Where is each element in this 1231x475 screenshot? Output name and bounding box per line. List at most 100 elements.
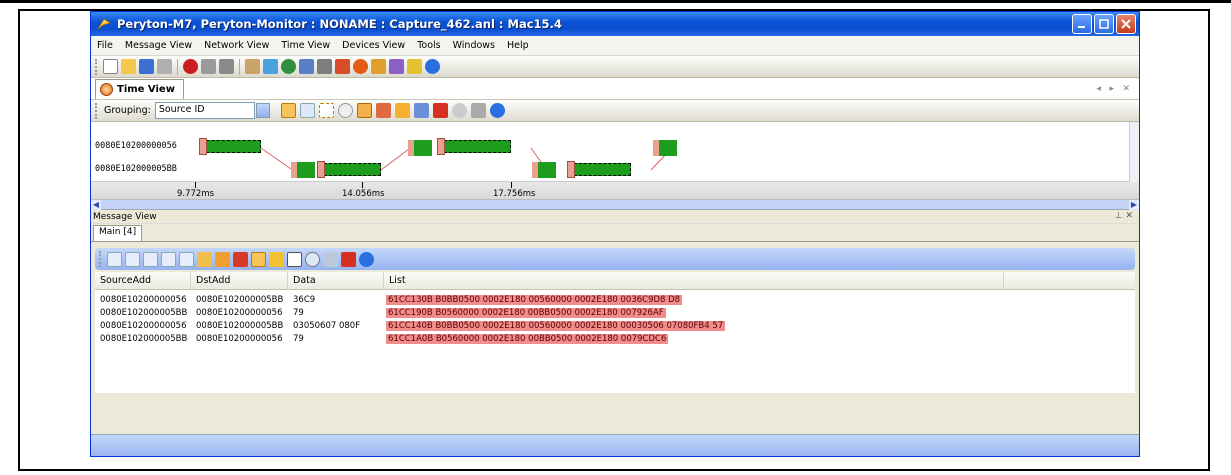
zoom-icon[interactable] bbox=[299, 103, 315, 118]
toolbar-grip[interactable] bbox=[95, 58, 98, 75]
tab-nav-controls[interactable]: ◂ ▸ ✕ bbox=[1096, 83, 1133, 94]
print-icon[interactable] bbox=[157, 59, 172, 74]
table-row[interactable]: 0080E10200000056 0080E102000005BB 36C9 6… bbox=[95, 293, 1135, 306]
record-icon[interactable] bbox=[183, 59, 198, 74]
pause-icon[interactable] bbox=[201, 59, 216, 74]
save-icon[interactable] bbox=[139, 59, 154, 74]
device-icon[interactable] bbox=[299, 59, 314, 74]
column-header[interactable]: SourceAdd bbox=[95, 272, 191, 289]
document-tab-bar: Time View ◂ ▸ ✕ bbox=[91, 78, 1139, 100]
share-icon[interactable] bbox=[389, 59, 404, 74]
figure-frame: Peryton-M7, Peryton-Monitor : NONAME : C… bbox=[18, 9, 1210, 471]
brush-icon[interactable] bbox=[413, 103, 429, 118]
window-icon[interactable] bbox=[287, 251, 302, 267]
message-segment[interactable] bbox=[437, 138, 511, 155]
target-icon[interactable] bbox=[356, 103, 372, 118]
highlight-icon[interactable] bbox=[280, 103, 296, 118]
message-segment[interactable] bbox=[317, 161, 381, 178]
minimize-icon[interactable] bbox=[1072, 14, 1092, 34]
cell-data: 03050607 080F bbox=[293, 320, 361, 331]
marker-icon[interactable] bbox=[375, 103, 391, 118]
help-icon[interactable] bbox=[359, 251, 374, 267]
toolbar-grip[interactable] bbox=[95, 102, 98, 119]
collapse-icon[interactable] bbox=[125, 251, 140, 267]
bell-icon[interactable] bbox=[215, 251, 230, 267]
analyze-icon[interactable] bbox=[317, 59, 332, 74]
toolbar-separator bbox=[239, 58, 240, 75]
message-segment[interactable] bbox=[567, 161, 631, 178]
main-toolbar bbox=[91, 56, 1139, 78]
grouping-select[interactable]: Source ID bbox=[154, 102, 270, 119]
anchor-icon[interactable] bbox=[341, 251, 356, 267]
globe-icon[interactable] bbox=[281, 59, 296, 74]
column-header[interactable]: DstAdd bbox=[191, 272, 288, 289]
clock-icon bbox=[100, 83, 113, 96]
table-row[interactable]: 0080E102000005BB 0080E10200000056 79 61C… bbox=[95, 332, 1135, 345]
app-window: Peryton-M7, Peryton-Monitor : NONAME : C… bbox=[90, 11, 1140, 457]
menu-message-view[interactable]: Message View bbox=[125, 40, 192, 51]
columns-icon[interactable] bbox=[143, 251, 158, 267]
message-block[interactable] bbox=[291, 162, 315, 178]
panel-controls[interactable]: ⊥ ✕ bbox=[1115, 211, 1133, 221]
menu-network-view[interactable]: Network View bbox=[204, 40, 269, 51]
hex-icon[interactable] bbox=[269, 251, 284, 267]
close-icon[interactable] bbox=[1116, 14, 1136, 34]
new-file-icon[interactable] bbox=[103, 59, 118, 74]
maximize-icon[interactable] bbox=[1094, 14, 1114, 34]
column-header[interactable]: List bbox=[384, 272, 1004, 289]
title-bar[interactable]: Peryton-M7, Peryton-Monitor : NONAME : C… bbox=[91, 12, 1139, 36]
cell-destination: 0080E102000005BB bbox=[196, 320, 284, 331]
stop-icon[interactable] bbox=[219, 59, 234, 74]
message-block[interactable] bbox=[532, 162, 556, 178]
menu-file[interactable]: File bbox=[97, 40, 113, 51]
up-icon[interactable] bbox=[197, 251, 212, 267]
scroll-right-icon[interactable]: ▶ bbox=[1129, 200, 1139, 210]
cell-destination: 0080E102000005BB bbox=[196, 294, 284, 305]
cell-destination: 0080E10200000056 bbox=[196, 333, 283, 344]
highlight-icon[interactable] bbox=[251, 251, 266, 267]
toolbar-grip[interactable] bbox=[99, 251, 102, 267]
flag-icon[interactable] bbox=[407, 59, 422, 74]
open-folder-icon[interactable] bbox=[121, 59, 136, 74]
grouping-label: Grouping: bbox=[104, 105, 151, 116]
circle-icon[interactable] bbox=[337, 103, 353, 118]
cell-source: 0080E102000005BB bbox=[100, 307, 188, 318]
expand-icon[interactable] bbox=[107, 251, 122, 267]
sort-icon[interactable] bbox=[179, 251, 194, 267]
menu-tools[interactable]: Tools bbox=[417, 40, 440, 51]
menu-windows[interactable]: Windows bbox=[453, 40, 495, 51]
chart-icon[interactable] bbox=[371, 59, 386, 74]
time-view-canvas[interactable]: 0080E10200000056 0080E102000005BB bbox=[91, 122, 1139, 182]
menu-devices-view[interactable]: Devices View bbox=[342, 40, 405, 51]
tab-main[interactable]: Main [4] bbox=[93, 225, 143, 241]
rows-icon[interactable] bbox=[394, 103, 410, 118]
help-icon[interactable] bbox=[425, 59, 440, 74]
scroll-left-icon[interactable]: ◀ bbox=[91, 200, 101, 210]
column-header[interactable]: Data bbox=[288, 272, 384, 289]
filter-icon[interactable] bbox=[323, 251, 338, 267]
anchor-icon[interactable] bbox=[432, 103, 448, 118]
table-row[interactable]: 0080E10200000056 0080E102000005BB 030506… bbox=[95, 319, 1135, 332]
table-row[interactable]: 0080E102000005BB 0080E10200000056 79 61C… bbox=[95, 306, 1135, 319]
menu-time-view[interactable]: Time View bbox=[281, 40, 330, 51]
message-view-toolbar bbox=[95, 248, 1135, 270]
print-icon[interactable] bbox=[470, 103, 486, 118]
menu-help[interactable]: Help bbox=[507, 40, 529, 51]
message-block[interactable] bbox=[653, 140, 677, 156]
help-icon[interactable] bbox=[489, 103, 505, 118]
search-icon[interactable] bbox=[305, 251, 320, 267]
tree-icon[interactable] bbox=[161, 251, 176, 267]
stop-icon[interactable] bbox=[451, 103, 467, 118]
select-rect-icon[interactable] bbox=[318, 103, 334, 118]
filter-icon[interactable] bbox=[335, 59, 350, 74]
message-block[interactable] bbox=[408, 140, 432, 156]
wrench-icon[interactable] bbox=[245, 59, 260, 74]
clock-icon[interactable] bbox=[353, 59, 368, 74]
chevron-down-icon[interactable] bbox=[255, 103, 270, 118]
tab-time-view[interactable]: Time View bbox=[95, 79, 184, 99]
message-segment[interactable] bbox=[199, 138, 261, 155]
vertical-scrollbar[interactable] bbox=[1129, 122, 1139, 182]
network-icon[interactable] bbox=[263, 59, 278, 74]
horizontal-scrollbar[interactable]: ◀ ▶ bbox=[91, 200, 1139, 210]
delete-icon[interactable] bbox=[233, 251, 248, 267]
